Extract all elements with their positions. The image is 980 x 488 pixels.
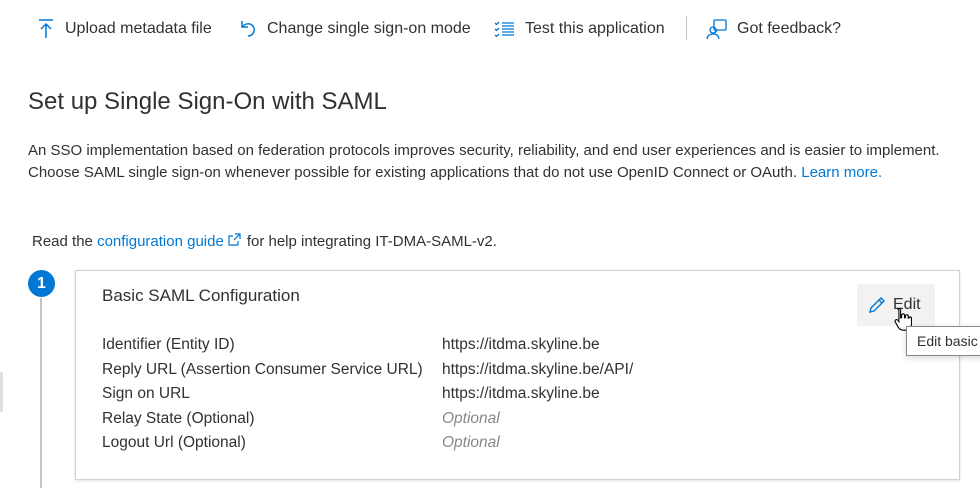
property-label: Sign on URL <box>102 385 190 403</box>
page-title: Set up Single Sign-On with SAML <box>28 88 387 115</box>
left-panel-edge <box>0 372 3 412</box>
property-value: Optional <box>442 409 500 427</box>
test-application-button[interactable]: Test this application <box>494 14 665 44</box>
change-sso-mode-button[interactable]: Change single sign-on mode <box>238 14 471 44</box>
property-row-identifier: Identifier (Entity ID) https://itdma.sky… <box>102 333 633 358</box>
property-value: https://itdma.skyline.be <box>442 385 600 403</box>
property-label: Relay State (Optional) <box>102 409 255 427</box>
property-value: https://itdma.skyline.be <box>442 336 600 354</box>
configuration-guide-link[interactable]: configuration guide <box>97 231 224 253</box>
step-number-badge: 1 <box>28 270 55 297</box>
upload-metadata-label: Upload metadata file <box>65 20 212 37</box>
feedback-icon <box>706 19 727 40</box>
saml-properties-list: Identifier (Entity ID) https://itdma.sky… <box>102 333 633 456</box>
property-label: Identifier (Entity ID) <box>102 336 235 354</box>
property-row-relay-state: Relay State (Optional) Optional <box>102 407 633 432</box>
change-sso-mode-label: Change single sign-on mode <box>267 20 471 37</box>
property-label: Logout Url (Optional) <box>102 434 246 452</box>
guide-suffix: for help integrating IT-DMA-SAML-v2. <box>246 233 497 250</box>
learn-more-link[interactable]: Learn more. <box>801 164 882 181</box>
edit-tooltip: Edit basic <box>906 326 980 356</box>
sso-description: An SSO implementation based on federatio… <box>28 140 980 184</box>
property-value: Optional <box>442 434 500 452</box>
card-title: Basic SAML Configuration <box>102 286 300 305</box>
external-link-icon <box>228 231 241 253</box>
checklist-icon <box>494 21 514 38</box>
property-label: Reply URL (Assertion Consumer Service UR… <box>102 360 423 378</box>
toolbar-divider <box>686 16 687 40</box>
basic-saml-configuration-card: Basic SAML Configuration Edit Identifier… <box>75 270 960 480</box>
property-row-sign-on-url: Sign on URL https://itdma.skyline.be <box>102 382 633 407</box>
property-row-reply-url: Reply URL (Assertion Consumer Service UR… <box>102 358 633 383</box>
step-connector-line <box>40 298 42 488</box>
upload-icon <box>39 19 53 38</box>
got-feedback-button[interactable]: Got feedback? <box>706 14 841 44</box>
test-application-label: Test this application <box>525 20 665 37</box>
upload-metadata-button[interactable]: Upload metadata file <box>36 14 212 44</box>
undo-icon <box>241 21 255 37</box>
guide-prefix: Read the <box>32 233 93 250</box>
property-value: https://itdma.skyline.be/API/ <box>442 360 634 378</box>
property-row-logout-url: Logout Url (Optional) Optional <box>102 431 633 456</box>
command-bar: Upload metadata file Change single sign-… <box>0 0 980 58</box>
pencil-icon <box>869 297 885 313</box>
got-feedback-label: Got feedback? <box>737 20 842 37</box>
configuration-guide-line: Read the configuration guide for help in… <box>32 231 497 253</box>
